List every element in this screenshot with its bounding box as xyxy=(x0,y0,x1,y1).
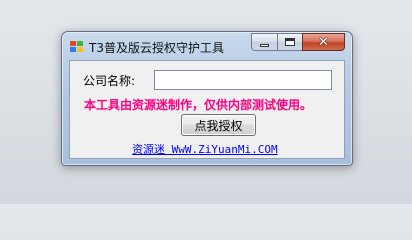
company-name-input[interactable] xyxy=(154,70,332,90)
app-window: T3普及版云授权守护工具 ✕ 公司名称: 本工具由资源迷制作，仅供内部测试使用。… xyxy=(61,31,353,166)
minimize-button[interactable] xyxy=(251,33,278,51)
maximize-icon xyxy=(285,38,295,46)
form-body: 公司名称: 本工具由资源迷制作，仅供内部测试使用。 点我授权 资源迷 WwW.Z… xyxy=(69,60,345,159)
company-name-label: 公司名称: xyxy=(83,74,136,88)
maximize-button[interactable] xyxy=(277,33,303,51)
notice-text: 本工具由资源迷制作，仅供内部测试使用。 xyxy=(84,98,313,112)
close-button[interactable]: ✕ xyxy=(302,33,345,51)
website-link[interactable]: 资源迷 WwW.ZiYuanMi.COM xyxy=(132,141,278,157)
app-icon xyxy=(70,41,83,52)
window-title: T3普及版云授权守护工具 xyxy=(89,41,224,55)
title-bar[interactable]: T3普及版云授权守护工具 ✕ xyxy=(62,32,352,60)
close-icon: ✕ xyxy=(318,34,329,50)
authorize-button[interactable]: 点我授权 xyxy=(181,114,256,136)
minimize-icon xyxy=(260,43,269,47)
